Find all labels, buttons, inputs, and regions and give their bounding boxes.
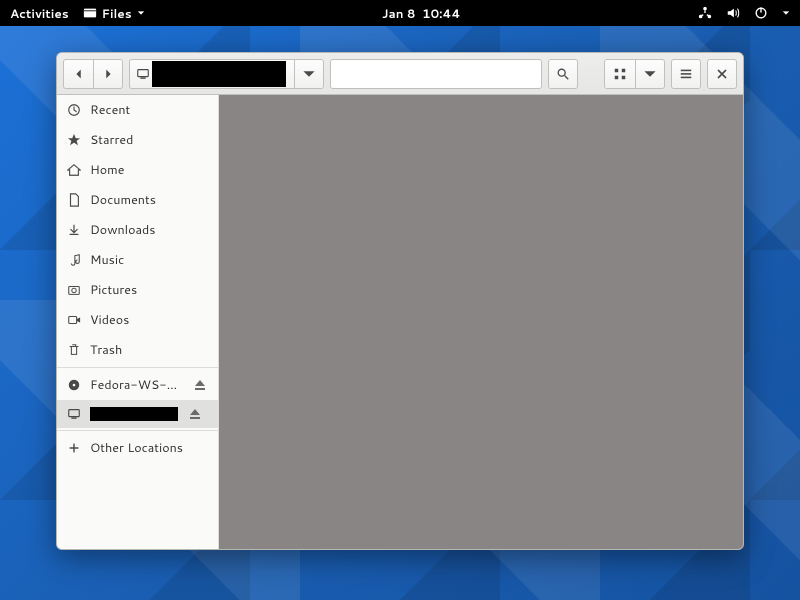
camera-icon: [67, 283, 81, 297]
sidebar-item-downloads[interactable]: Downloads: [57, 215, 218, 245]
star-icon: [67, 133, 81, 147]
back-button[interactable]: [63, 59, 93, 89]
eject-button[interactable]: [187, 406, 203, 422]
sidebar-item-label: Trash: [90, 341, 208, 359]
gnome-topbar: Activities Files Jan 8 10:44: [0, 0, 800, 26]
power-icon[interactable]: [754, 6, 768, 20]
download-icon: [67, 223, 81, 237]
view-options-dropdown[interactable]: [635, 59, 665, 89]
close-button[interactable]: [707, 59, 737, 89]
sidebar-item-label: Downloads: [90, 221, 208, 239]
location-entry-wrap: [330, 59, 542, 89]
view-grid-button[interactable]: [604, 59, 635, 89]
clock-icon: [67, 103, 81, 117]
document-icon: [67, 193, 81, 207]
app-menu[interactable]: Files: [83, 5, 145, 22]
sidebar-item-home[interactable]: Home: [57, 155, 218, 185]
sidebar-item-starred[interactable]: Starred: [57, 125, 218, 155]
sidebar-item-music[interactable]: Music: [57, 245, 218, 275]
clock-date: Jan 8: [382, 5, 415, 22]
sidebar-item-disk-fedora[interactable]: Fedora-WS-L…: [57, 370, 218, 400]
home-icon: [67, 163, 81, 177]
sidebar-item-label: Documents: [90, 191, 208, 209]
forward-button[interactable]: [93, 59, 123, 89]
sidebar-item-documents[interactable]: Documents: [57, 185, 218, 215]
clock[interactable]: Jan 8 10:44: [382, 5, 461, 22]
network-icon[interactable]: [698, 6, 712, 20]
plus-icon: [67, 441, 81, 455]
headerbar: [57, 53, 743, 95]
nav-buttons: [63, 59, 123, 89]
sidebar-item-other-locations[interactable]: Other Locations: [57, 433, 218, 463]
sidebar-item-label: Starred: [90, 131, 208, 149]
app-menu-label: Files: [102, 5, 132, 22]
computer-icon: [67, 407, 81, 421]
sidebar-item-label: Pictures: [90, 281, 208, 299]
eject-button[interactable]: [192, 377, 208, 393]
sidebar-item-videos[interactable]: Videos: [57, 305, 218, 335]
sidebar-item-label: Videos: [90, 311, 208, 329]
sidebar-item-label: Home: [90, 161, 208, 179]
computer-icon: [136, 67, 150, 81]
volume-icon[interactable]: [726, 6, 740, 20]
pathbar-label-redacted: [152, 61, 286, 87]
pathbar-device-button[interactable]: [129, 59, 294, 89]
disc-icon: [67, 378, 81, 392]
sidebar-item-mounted-device[interactable]: [57, 400, 218, 428]
clock-time: 10:44: [422, 5, 461, 22]
sidebar-item-trash[interactable]: Trash: [57, 335, 218, 365]
sidebar-separator: [57, 430, 218, 431]
sidebar-item-label: Other Locations: [90, 439, 208, 457]
activities-button[interactable]: Activities: [10, 5, 69, 22]
pathbar: [129, 59, 324, 89]
location-entry[interactable]: [330, 59, 542, 89]
trash-icon: [67, 343, 81, 357]
sidebar: Recent Starred Home Documents Downloads …: [57, 95, 219, 549]
sidebar-item-recent[interactable]: Recent: [57, 95, 218, 125]
hamburger-menu-button[interactable]: [671, 59, 701, 89]
files-app-icon: [83, 6, 97, 20]
sidebar-item-label: Music: [90, 251, 208, 269]
sidebar-item-label: Fedora-WS-L…: [90, 376, 183, 394]
video-icon: [67, 313, 81, 327]
music-icon: [67, 253, 81, 267]
sidebar-item-label: Recent: [90, 101, 208, 119]
nautilus-window: Recent Starred Home Documents Downloads …: [56, 52, 744, 550]
sidebar-separator: [57, 367, 218, 368]
pathbar-dropdown[interactable]: [294, 59, 324, 89]
sidebar-item-label-redacted: [90, 407, 178, 421]
search-button[interactable]: [548, 59, 578, 89]
chevron-down-icon[interactable]: [782, 9, 790, 17]
sidebar-item-pictures[interactable]: Pictures: [57, 275, 218, 305]
chevron-down-icon: [137, 9, 145, 17]
file-view-content[interactable]: [219, 95, 743, 549]
